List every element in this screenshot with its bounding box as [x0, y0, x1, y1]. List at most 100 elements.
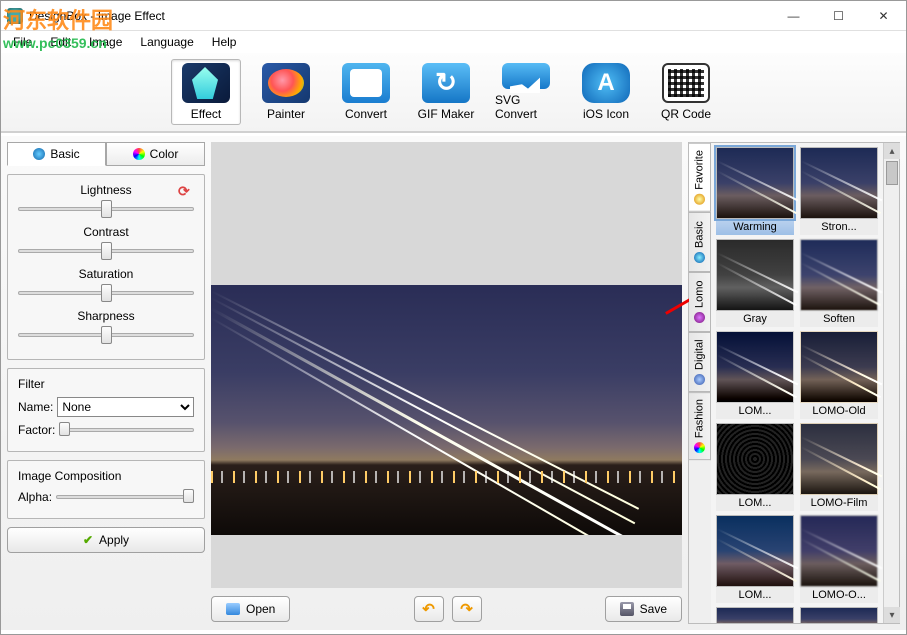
contrast-label: Contrast — [18, 225, 194, 239]
redo-button[interactable]: ↷ — [452, 596, 482, 622]
effect-thumb[interactable]: LOMO-Film — [799, 423, 879, 511]
factor-slider[interactable] — [59, 422, 194, 438]
lightness-label: Lightness — [18, 183, 194, 197]
center-panel: Open ↶ ↷ Save — [211, 142, 682, 624]
thumb-label: Warming — [716, 219, 794, 235]
contrast-slider[interactable] — [18, 241, 194, 261]
effect-icon — [182, 63, 230, 103]
thumb-image — [800, 607, 878, 623]
menu-image[interactable]: Image — [81, 33, 130, 51]
gif-icon — [422, 63, 470, 103]
adjust-group: Lightness ⟳ Contrast Saturation Sharpnes… — [7, 174, 205, 360]
thumb-image — [800, 331, 878, 403]
alpha-slider[interactable] — [56, 489, 194, 505]
saturation-slider[interactable] — [18, 283, 194, 303]
thumb-label: LOM... — [716, 403, 794, 419]
thumb-label: Gray — [716, 311, 794, 327]
tool-qr-code[interactable]: QR Code — [651, 59, 721, 125]
effect-thumb[interactable] — [799, 607, 879, 623]
effect-thumb[interactable]: LOMO-O... — [799, 515, 879, 603]
lomo-dot-icon — [694, 312, 705, 323]
tool-effect[interactable]: Effect — [171, 59, 241, 125]
right-panel: Favorite Basic Lomo Digital Fashion Warm… — [688, 142, 900, 624]
menu-edit[interactable]: Edit — [42, 33, 79, 51]
menu-help[interactable]: Help — [204, 33, 245, 51]
scroll-thumb[interactable] — [886, 161, 898, 185]
tool-svg-convert[interactable]: SVG Convert — [491, 59, 561, 125]
app-window: 河东软件园 www.pc0359.cn DesignBox - Image Ef… — [0, 0, 907, 635]
tool-ios-icon[interactable]: iOS Icon — [571, 59, 641, 125]
thumb-image — [716, 331, 794, 403]
effect-thumb[interactable]: LOM... — [715, 515, 795, 603]
undo-button[interactable]: ↶ — [414, 596, 444, 622]
close-button[interactable]: ✕ — [861, 2, 906, 30]
vtab-favorite[interactable]: Favorite — [689, 143, 711, 212]
thumb-image — [716, 423, 794, 495]
save-button[interactable]: Save — [605, 596, 682, 622]
open-button[interactable]: Open — [211, 596, 290, 622]
filter-group: Filter Name: None Factor: — [7, 368, 205, 452]
tool-convert[interactable]: Convert — [331, 59, 401, 125]
window-title: DesignBox - Image Effect — [29, 9, 165, 23]
scroll-down-icon[interactable]: ▾ — [884, 607, 900, 623]
thumb-image — [800, 515, 878, 587]
maximize-button[interactable]: ☐ — [816, 2, 861, 30]
ios-icon — [582, 63, 630, 103]
effect-thumb[interactable]: Stron... — [799, 147, 879, 235]
preview-image — [211, 285, 682, 535]
menu-language[interactable]: Language — [132, 33, 201, 51]
thumb-image — [716, 515, 794, 587]
filter-name-label: Name: — [18, 400, 53, 414]
thumb-label: LOMO-Old — [800, 403, 878, 419]
effects-scrollbar[interactable]: ▴ ▾ — [883, 143, 899, 623]
titlebar: DesignBox - Image Effect — ☐ ✕ — [1, 1, 906, 31]
filter-title: Filter — [18, 377, 194, 391]
thumb-label: LOMO-Film — [800, 495, 878, 511]
main-toolbar: Effect Painter Convert GIF Maker SVG Con… — [1, 53, 906, 133]
vtab-basic[interactable]: Basic — [689, 212, 711, 272]
effect-thumb[interactable]: Soften — [799, 239, 879, 327]
saturation-label: Saturation — [18, 267, 194, 281]
effect-thumb[interactable]: LOM... — [715, 423, 795, 511]
convert-icon — [342, 63, 390, 103]
vtab-digital[interactable]: Digital — [689, 332, 711, 392]
thumb-label: LOM... — [716, 587, 794, 603]
minimize-button[interactable]: — — [771, 2, 816, 30]
tab-color[interactable]: Color — [106, 142, 205, 166]
tool-painter[interactable]: Painter — [251, 59, 321, 125]
composition-title: Image Composition — [18, 469, 194, 483]
check-icon: ✔ — [83, 533, 93, 547]
category-tabs: Favorite Basic Lomo Digital Fashion — [689, 143, 711, 623]
tool-gif-maker[interactable]: GIF Maker — [411, 59, 481, 125]
effects-grid: Warming Stron... Gray Soften LOM... LOMO-Old L… — [711, 143, 883, 623]
scroll-up-icon[interactable]: ▴ — [884, 143, 900, 159]
thumb-image — [800, 423, 878, 495]
reset-icon[interactable]: ⟳ — [178, 183, 194, 199]
brush-icon — [33, 148, 45, 160]
menu-file[interactable]: File — [5, 33, 40, 51]
effect-thumb[interactable]: Warming — [715, 147, 795, 235]
left-panel: Basic Color Lightness ⟳ Contrast — [7, 142, 205, 624]
digital-dot-icon — [694, 374, 705, 385]
vtab-fashion[interactable]: Fashion — [689, 392, 711, 460]
basic-dot-icon — [694, 252, 705, 263]
composition-group: Image Composition Alpha: — [7, 460, 205, 519]
left-tabbar: Basic Color — [7, 142, 205, 166]
effect-thumb[interactable]: LOMO-Old — [799, 331, 879, 419]
canvas[interactable] — [211, 142, 682, 588]
lightness-slider[interactable] — [18, 199, 194, 219]
vtab-lomo[interactable]: Lomo — [689, 272, 711, 332]
alpha-label: Alpha: — [18, 490, 52, 504]
apply-button[interactable]: ✔ Apply — [7, 527, 205, 553]
effect-thumb[interactable]: LOM... — [715, 331, 795, 419]
effect-thumb[interactable] — [715, 607, 795, 623]
filter-name-select[interactable]: None — [57, 397, 194, 417]
sharpness-label: Sharpness — [18, 309, 194, 323]
thumb-image — [800, 239, 878, 311]
app-icon — [7, 8, 23, 24]
tab-basic[interactable]: Basic — [7, 142, 106, 166]
color-wheel-icon — [133, 148, 145, 160]
sharpness-slider[interactable] — [18, 325, 194, 345]
effect-thumb[interactable]: Gray — [715, 239, 795, 327]
fashion-dot-icon — [694, 442, 705, 453]
